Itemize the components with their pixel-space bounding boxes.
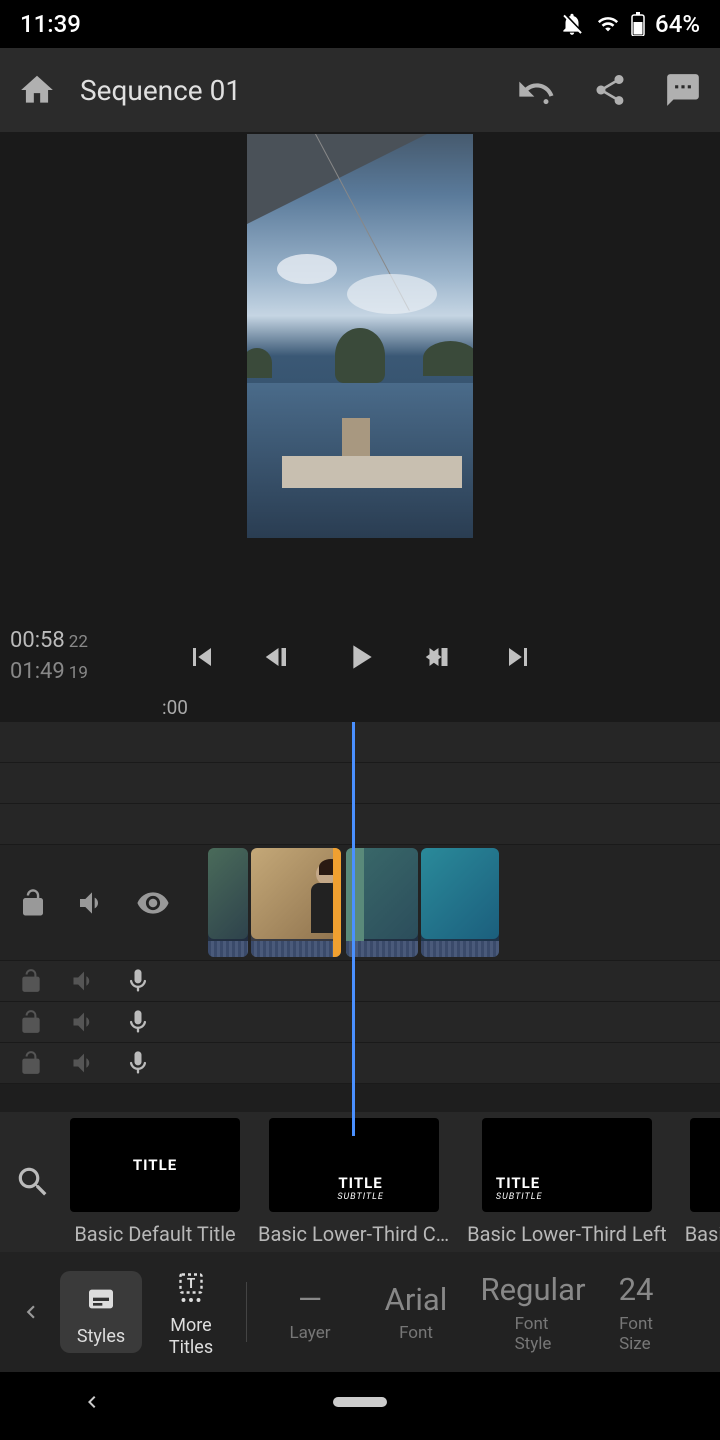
- track-overlay-2[interactable]: [0, 763, 720, 804]
- skip-forward-icon[interactable]: [500, 639, 536, 675]
- tool-font[interactable]: Arial Font: [367, 1281, 465, 1343]
- timeline-spacer: [0, 1084, 720, 1112]
- video-clip-3[interactable]: [346, 848, 418, 957]
- tool-label-l2: Titles: [169, 1338, 213, 1358]
- play-icon[interactable]: [340, 637, 380, 677]
- toolbar-divider: [246, 1282, 247, 1342]
- font-size-value: 24: [619, 1271, 654, 1308]
- mic-icon[interactable]: [124, 1008, 152, 1036]
- volume-icon[interactable]: [76, 887, 108, 919]
- preset-title-text: TITLE: [338, 1174, 382, 1192]
- preset-subtitle-text: SUBTITLE: [496, 1192, 543, 1202]
- preset-label: Basic Default Title: [74, 1222, 235, 1246]
- preset-partial[interactable]: Basic Low: [685, 1118, 720, 1246]
- total-time: 01:49: [10, 659, 65, 684]
- track-overlay-1[interactable]: [0, 722, 720, 763]
- current-time: 00:58: [10, 628, 65, 653]
- search-icon: [14, 1163, 52, 1201]
- video-track[interactable]: [0, 845, 720, 961]
- step-back-icon[interactable]: [262, 639, 298, 675]
- share-icon[interactable]: [592, 72, 628, 108]
- playback-controls: 00:5822 01:4919: [0, 622, 720, 692]
- preset-title-text: TITLE: [496, 1174, 540, 1192]
- preset-label: Basic Lower-Third C…: [258, 1222, 449, 1246]
- status-bar: 11:39 64%: [0, 0, 720, 48]
- preset-lower-third-left[interactable]: TITLESUBTITLE Basic Lower-Third Left: [467, 1118, 667, 1246]
- eye-icon[interactable]: [136, 886, 170, 920]
- preset-basic-default[interactable]: TITLE Basic Default Title: [70, 1118, 240, 1246]
- audio-track-1[interactable]: [0, 961, 720, 1002]
- tool-more-titles[interactable]: T More Titles: [150, 1260, 232, 1364]
- title-presets: TITLE Basic Default Title TITLESUBTITLE …: [0, 1112, 720, 1252]
- font-size-label-2: Size: [619, 1334, 651, 1354]
- timeline[interactable]: [0, 722, 720, 1112]
- video-clip-4[interactable]: [421, 848, 499, 957]
- tool-font-style[interactable]: Regular FontStyle: [473, 1271, 593, 1353]
- skip-back-icon[interactable]: [184, 639, 220, 675]
- mic-icon[interactable]: [124, 967, 152, 995]
- font-label: Font: [399, 1324, 433, 1343]
- preset-label: Basic Lower-Third Left: [467, 1222, 667, 1246]
- preset-title-text: TITLE: [133, 1156, 177, 1174]
- more-titles-icon: T: [173, 1270, 209, 1306]
- app-bar: Sequence 01: [0, 48, 720, 132]
- font-value: Arial: [385, 1281, 448, 1318]
- lock-icon[interactable]: [18, 888, 48, 918]
- font-style-label-2: Style: [515, 1334, 552, 1354]
- timeline-ruler[interactable]: :00: [0, 692, 720, 722]
- layer-label: Layer: [290, 1324, 331, 1343]
- undo-icon[interactable]: [516, 70, 556, 110]
- bottom-toolbar: Styles T More Titles — Layer Arial Font …: [0, 1252, 720, 1372]
- volume-icon[interactable]: [70, 1008, 98, 1036]
- video-clip-1[interactable]: [208, 848, 248, 957]
- volume-icon[interactable]: [70, 1049, 98, 1077]
- toolbar-back[interactable]: [10, 1290, 52, 1334]
- tool-styles[interactable]: Styles: [60, 1271, 142, 1353]
- preset-search[interactable]: [14, 1163, 52, 1201]
- lock-icon[interactable]: [18, 1050, 44, 1076]
- ruler-label: :00: [162, 696, 188, 719]
- audio-track-2[interactable]: [0, 1002, 720, 1043]
- volume-icon[interactable]: [70, 967, 98, 995]
- sequence-title: Sequence 01: [80, 74, 492, 107]
- step-forward-icon[interactable]: [422, 639, 458, 675]
- battery-percent: 64%: [655, 10, 700, 38]
- mic-icon[interactable]: [124, 1049, 152, 1077]
- notifications-off-icon: [559, 11, 585, 37]
- wifi-icon: [595, 13, 621, 35]
- lock-icon[interactable]: [18, 1009, 44, 1035]
- current-frames: 22: [69, 632, 88, 652]
- nav-back-icon[interactable]: [80, 1390, 104, 1414]
- layer-value: —: [298, 1281, 322, 1318]
- preview-frame[interactable]: [247, 134, 473, 538]
- tool-label-l1: More: [170, 1316, 211, 1336]
- preview-area: [0, 132, 720, 622]
- system-nav-bar: [0, 1372, 720, 1432]
- track-overlay-3[interactable]: [0, 804, 720, 845]
- status-time: 11:39: [20, 10, 81, 38]
- font-size-label-1: Font: [619, 1314, 653, 1334]
- status-right: 64%: [559, 10, 700, 38]
- lock-icon[interactable]: [18, 968, 44, 994]
- styles-icon: [81, 1283, 121, 1315]
- video-clip-2[interactable]: [251, 848, 341, 957]
- battery-icon: [631, 12, 645, 36]
- total-frames: 19: [69, 663, 88, 683]
- tool-layer[interactable]: — Layer: [261, 1281, 359, 1343]
- home-icon[interactable]: [18, 71, 56, 109]
- svg-text:T: T: [187, 1276, 196, 1292]
- font-style-value: Regular: [481, 1271, 586, 1308]
- preset-lower-third-center[interactable]: TITLESUBTITLE Basic Lower-Third C…: [258, 1118, 449, 1246]
- timecode: 00:5822 01:4919: [10, 626, 110, 688]
- font-style-label-1: Font: [515, 1314, 549, 1334]
- preset-label: Basic Low: [685, 1222, 720, 1246]
- preset-subtitle-text: SUBTITLE: [337, 1192, 384, 1202]
- tool-font-size[interactable]: 24 FontSize: [601, 1271, 671, 1353]
- playhead[interactable]: [352, 722, 355, 1136]
- audio-track-3[interactable]: [0, 1043, 720, 1084]
- tool-label: Styles: [77, 1327, 125, 1347]
- chevron-left-icon: [18, 1290, 44, 1334]
- comment-icon[interactable]: [664, 71, 702, 109]
- nav-home-pill[interactable]: [333, 1397, 387, 1407]
